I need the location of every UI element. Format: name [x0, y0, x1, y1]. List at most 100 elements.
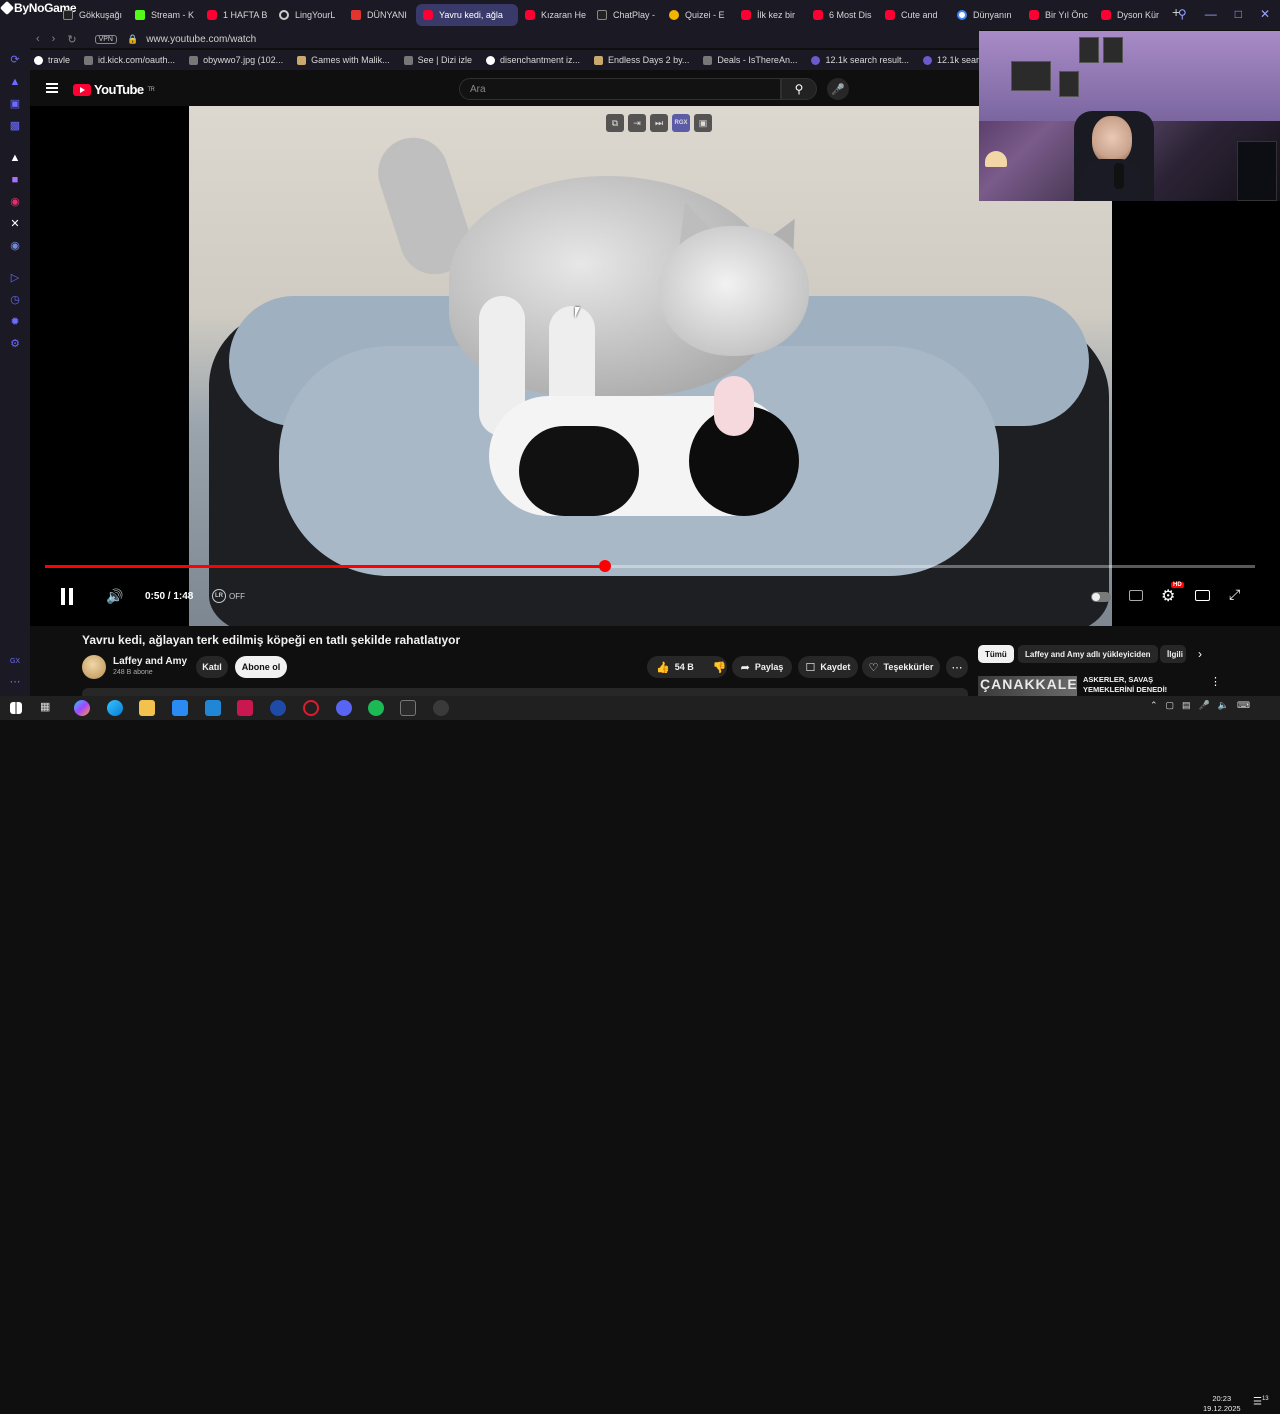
reload-icon[interactable]: ↻ [67, 33, 76, 46]
chip-all[interactable]: Tümü [978, 645, 1014, 663]
copilot-icon[interactable] [74, 700, 90, 716]
description-box[interactable] [82, 688, 968, 696]
forward-icon[interactable]: › [52, 33, 56, 46]
browser-tab[interactable]: 1 HAFTA B [200, 4, 272, 26]
skip-icon[interactable]: ⏭ [650, 114, 668, 132]
fullscreen-icon[interactable]: ⤢ [1229, 586, 1240, 603]
join-button[interactable]: Katıl [196, 656, 228, 678]
theater-mode-icon[interactable] [1195, 590, 1210, 601]
more-icon[interactable]: ⋯ [9, 676, 21, 688]
chevron-up-icon[interactable]: ⌃ [1150, 700, 1158, 711]
vpn-badge[interactable]: VPN [94, 34, 117, 44]
subtitles-icon[interactable] [1129, 590, 1143, 601]
gx-corner-icon[interactable]: ▣ [9, 98, 21, 110]
browser-tab[interactable]: Gökkuşağı [56, 4, 128, 26]
more-actions-button[interactable]: ⋯ [946, 656, 968, 678]
tray-app-icon[interactable]: ▢ [1166, 700, 1175, 711]
history-icon[interactable]: ◷ [9, 294, 21, 306]
language-icon[interactable]: ⌨ [1237, 700, 1250, 711]
kick-sidebar-icon[interactable]: ▲ [9, 152, 21, 164]
bookmark-item[interactable]: 12.1k search result... [811, 55, 909, 65]
file-explorer-icon[interactable] [139, 700, 155, 716]
dislike-icon[interactable]: 👎 [713, 661, 727, 674]
subscribe-button[interactable]: Abone ol [235, 656, 287, 678]
flow-icon[interactable]: ▲ [9, 76, 21, 88]
maximize-icon[interactable]: □ [1235, 7, 1242, 21]
bookmark-item[interactable]: Endless Days 2 by... [594, 55, 689, 65]
like-icon[interactable]: 👍 [656, 661, 670, 674]
discord-taskbar-icon[interactable] [336, 700, 352, 716]
app-icon-2[interactable] [270, 700, 286, 716]
save-button[interactable]: ☐ Kaydet [798, 656, 858, 678]
browser-tab[interactable]: Dünyanın [950, 4, 1022, 26]
obs-icon[interactable] [433, 700, 449, 716]
bookmark-item[interactable]: disenchantment iz... [486, 55, 580, 65]
discord-icon[interactable]: ◉ [9, 240, 21, 252]
browser-tab[interactable]: Kızaran He [518, 4, 590, 26]
recommendation-title[interactable]: ASKERLER, SAVAŞ YEMEKLERİNİ DENEDİ! [1083, 675, 1193, 695]
bookmark-item[interactable]: travle [34, 55, 70, 65]
youtube-logo[interactable]: YouTube TR [73, 82, 155, 97]
browser-tab[interactable]: Cute and [878, 4, 950, 26]
rgx-button[interactable]: RGX [672, 114, 690, 132]
back-icon[interactable]: ‹ [36, 33, 40, 46]
browser-tab[interactable]: Dyson Kür [1094, 4, 1166, 26]
twitch-icon[interactable]: ■ [9, 174, 21, 186]
extensions-icon[interactable]: ✹ [9, 316, 21, 328]
channel-name[interactable]: Laffey and Amy [113, 656, 187, 667]
language-reactor-toggle[interactable]: LR OFF [212, 589, 245, 603]
browser-tab[interactable]: Bir Yıl Önc [1022, 4, 1094, 26]
windows-start-icon[interactable] [10, 702, 22, 714]
edge-icon[interactable] [107, 700, 123, 716]
task-view-icon[interactable]: ▦ [40, 700, 56, 716]
network-icon[interactable]: ▤ [1182, 700, 1191, 711]
autoplay-toggle[interactable] [1091, 592, 1111, 602]
opera-gx-icon[interactable] [303, 700, 319, 716]
mail-icon[interactable] [205, 700, 221, 716]
browser-tab[interactable]: Yavru kedi, ağla [416, 4, 518, 26]
search-button[interactable]: ⚲ [781, 78, 817, 100]
browser-tab[interactable]: İlk kez bir [734, 4, 806, 26]
voice-search-button[interactable]: 🎤 [827, 78, 849, 100]
like-count[interactable]: 54 B [675, 662, 694, 672]
volume-icon[interactable]: 🔊 [106, 588, 123, 605]
chevron-right-icon[interactable]: › [1198, 647, 1202, 661]
browser-tab[interactable]: Quizei - E [662, 4, 734, 26]
url-field[interactable]: www.youtube.com/watch [146, 34, 256, 45]
mic-tray-icon[interactable]: 🎤 [1199, 700, 1210, 711]
pop-out-icon[interactable]: ⧉ [606, 114, 624, 132]
snapshot-icon[interactable]: ▣ [694, 114, 712, 132]
recommendation-thumbnail[interactable]: ÇANAKKALE [978, 676, 1077, 696]
browser-tab[interactable]: Stream - K [128, 4, 200, 26]
lock-icon[interactable]: 🔒 [127, 34, 138, 45]
bookmark-item[interactable]: Games with Malik... [297, 55, 390, 65]
bookmark-item[interactable]: 12.1k search result... [923, 55, 980, 65]
browser-tab[interactable]: DÜNYANI [344, 4, 416, 26]
video-frame[interactable] [189, 106, 1112, 626]
messenger-icon[interactable]: ▩ [9, 120, 21, 132]
recommendation-menu-icon[interactable]: ⋮ [1210, 675, 1221, 688]
enter-icon[interactable]: ⇥ [628, 114, 646, 132]
notification-center[interactable]: ☰13 [1253, 1396, 1269, 1407]
search-tabs-icon[interactable]: ⚲ [1178, 7, 1187, 21]
chip-related[interactable]: İlgili [1160, 645, 1186, 663]
progress-bar[interactable] [45, 560, 1255, 572]
search-input[interactable]: Ara [459, 78, 781, 100]
settings-icon[interactable]: ⚙ [9, 338, 21, 350]
store-icon[interactable] [172, 700, 188, 716]
epic-games-icon[interactable] [400, 700, 416, 716]
menu-icon[interactable] [46, 83, 58, 93]
thanks-button[interactable]: ♡ Teşekkürler [862, 656, 940, 678]
bookmark-item[interactable]: Deals - IsThereAn... [703, 55, 797, 65]
share-button[interactable]: ➦ Paylaş [732, 656, 792, 678]
settings-gear-icon[interactable]: ⚙ [1161, 586, 1175, 606]
close-icon[interactable]: ✕ [1260, 7, 1270, 21]
bookmark-item[interactable]: obywwo7.jpg (102... [189, 55, 283, 65]
app-icon[interactable] [237, 700, 253, 716]
minimize-icon[interactable]: — [1205, 7, 1217, 21]
browser-tab[interactable]: ChatPlay - [590, 4, 662, 26]
browser-tab[interactable]: LingYourL [272, 4, 344, 26]
bookmark-item[interactable]: id.kick.com/oauth... [84, 55, 175, 65]
volume-tray-icon[interactable]: 🔈 [1218, 700, 1229, 711]
x-icon[interactable]: ✕ [9, 218, 21, 230]
